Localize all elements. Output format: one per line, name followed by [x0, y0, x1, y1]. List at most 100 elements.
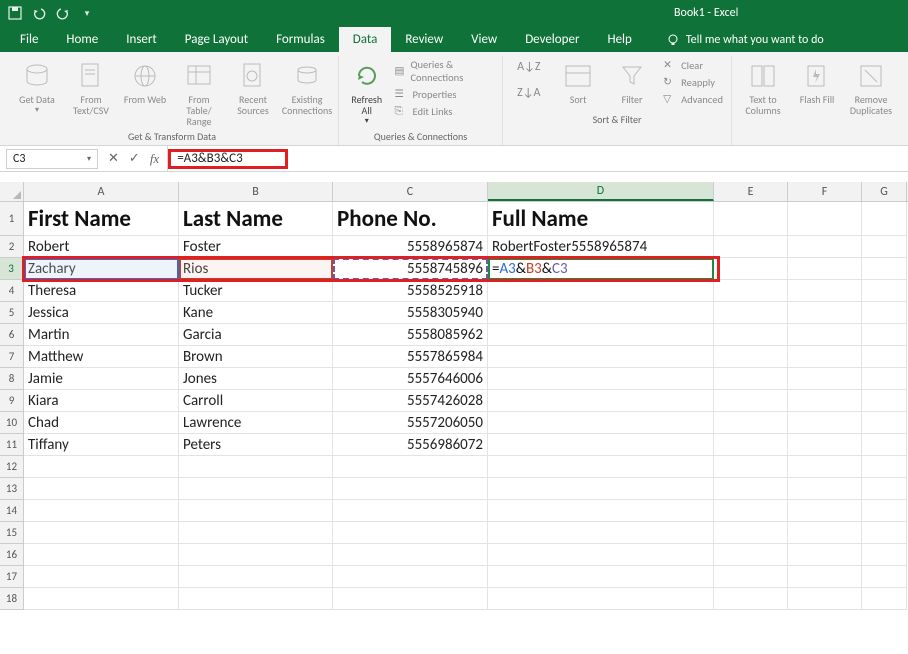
- tab-formulas[interactable]: Formulas: [262, 27, 339, 52]
- reapply-item[interactable]: ↻Reapply: [663, 75, 723, 89]
- from-web-label: From Web: [124, 94, 166, 105]
- sort-az-button[interactable]: A↓Z: [511, 60, 547, 84]
- col-header-e[interactable]: E: [714, 182, 788, 201]
- row-header-7[interactable]: 7: [0, 346, 24, 368]
- table-row: 12: [0, 456, 908, 478]
- formula-input[interactable]: =A3&B3&C3: [168, 149, 288, 169]
- text-columns-icon: [747, 60, 779, 92]
- cell-b2[interactable]: Foster: [179, 236, 333, 258]
- cell-a3[interactable]: Zachary: [24, 258, 179, 280]
- sort-za-button[interactable]: Z↓A: [511, 86, 547, 110]
- recent-icon: [237, 60, 269, 92]
- table-row: 16: [0, 544, 908, 566]
- col-header-a[interactable]: A: [24, 182, 179, 201]
- row-header-6[interactable]: 6: [0, 324, 24, 346]
- edit-links-item[interactable]: ⎘Edit Links: [395, 104, 495, 118]
- table-row: 15: [0, 522, 908, 544]
- tab-page-layout[interactable]: Page Layout: [171, 27, 262, 52]
- save-icon[interactable]: [8, 6, 22, 20]
- select-all-corner[interactable]: [0, 182, 24, 201]
- text-to-columns-button[interactable]: Text to Columns: [740, 56, 786, 116]
- tab-help[interactable]: Help: [593, 27, 645, 52]
- text-columns-label: Text to Columns: [740, 94, 786, 116]
- row-header-1[interactable]: 1: [0, 202, 24, 236]
- table-row: 5JessicaKane5558305940: [0, 302, 908, 324]
- recent-sources-button[interactable]: Recent Sources: [230, 56, 276, 127]
- from-table-label: From Table/ Range: [176, 94, 222, 127]
- window-title: Book1 - Excel: [674, 6, 738, 20]
- row-header-3[interactable]: 3: [0, 258, 24, 280]
- sort-icon: [562, 60, 594, 92]
- cell-d2[interactable]: RobertFoster5558965874: [488, 236, 714, 258]
- cell-g1[interactable]: [862, 202, 907, 236]
- col-header-g[interactable]: G: [862, 182, 907, 201]
- cell-b1[interactable]: Last Name: [179, 202, 333, 236]
- get-data-button[interactable]: Get Data▾: [14, 56, 60, 127]
- enter-icon[interactable]: ✓: [129, 151, 140, 166]
- row-header-10[interactable]: 10: [0, 412, 24, 434]
- cell-d1[interactable]: Full Name: [488, 202, 714, 236]
- filter-label: Filter: [622, 94, 643, 105]
- sort-button[interactable]: Sort: [555, 56, 601, 110]
- remove-duplicates-button[interactable]: Remove Duplicates: [848, 56, 894, 116]
- row-header-8[interactable]: 8: [0, 368, 24, 390]
- queries-connections-item[interactable]: ▤Queries & Connections: [395, 58, 495, 84]
- worksheet-grid[interactable]: 1 First Name Last Name Phone No. Full Na…: [0, 202, 908, 610]
- remove-duplicates-icon: [855, 60, 887, 92]
- file-text-icon: [75, 60, 107, 92]
- tab-insert[interactable]: Insert: [112, 27, 171, 52]
- lightbulb-icon: [666, 33, 680, 47]
- row-header-5[interactable]: 5: [0, 302, 24, 324]
- cell-d3[interactable]: =A3&B3&C3: [488, 258, 714, 280]
- row-header-9[interactable]: 9: [0, 390, 24, 412]
- tab-view[interactable]: View: [457, 27, 511, 52]
- row-header-11[interactable]: 11: [0, 434, 24, 456]
- flash-fill-button[interactable]: Flash Fill: [794, 56, 840, 116]
- fx-icon[interactable]: fx: [150, 151, 159, 167]
- cell-e1[interactable]: [714, 202, 788, 236]
- tab-review[interactable]: Review: [391, 27, 457, 52]
- cell-c3[interactable]: 5558745896: [333, 258, 488, 280]
- undo-icon[interactable]: [32, 6, 46, 20]
- tab-data[interactable]: Data: [339, 27, 392, 52]
- tab-home[interactable]: Home: [52, 27, 112, 52]
- from-web-button[interactable]: From Web: [122, 56, 168, 127]
- qat-customize-icon[interactable]: ▾: [80, 6, 94, 20]
- refresh-all-button[interactable]: Refresh All▾: [347, 56, 387, 127]
- row-header-2[interactable]: 2: [0, 236, 24, 258]
- cell-f1[interactable]: [788, 202, 862, 236]
- existing-label: Existing Connections: [282, 94, 332, 116]
- filter-button[interactable]: Filter: [609, 56, 655, 110]
- table-row: 10ChadLawrence5557206050: [0, 412, 908, 434]
- name-box-dropdown-icon[interactable]: ▾: [87, 154, 91, 164]
- cell-c1[interactable]: Phone No.: [333, 202, 488, 236]
- name-box[interactable]: C3 ▾: [6, 149, 98, 169]
- tell-me-search[interactable]: Tell me what you want to do: [658, 28, 832, 52]
- col-header-f[interactable]: F: [788, 182, 862, 201]
- col-header-d[interactable]: D: [488, 182, 714, 201]
- cancel-icon[interactable]: ✕: [108, 151, 119, 166]
- row-header-4[interactable]: 4: [0, 280, 24, 302]
- from-table-range-button[interactable]: From Table/ Range: [176, 56, 222, 127]
- cell-b3[interactable]: Rios: [179, 258, 333, 280]
- tab-file[interactable]: File: [6, 27, 52, 52]
- redo-icon[interactable]: [56, 6, 70, 20]
- cell-a2[interactable]: Robert: [24, 236, 179, 258]
- tab-developer[interactable]: Developer: [511, 27, 593, 52]
- remove-dup-label: Remove Duplicates: [848, 94, 894, 116]
- table-row: 9KiaraCarroll5557426028: [0, 390, 908, 412]
- from-text-csv-button[interactable]: From Text/CSV: [68, 56, 114, 127]
- advanced-item[interactable]: ▽Advanced: [663, 92, 723, 106]
- ribbon: Get Data▾ From Text/CSV From Web From Ta…: [0, 52, 908, 146]
- reapply-icon: ↻: [663, 75, 677, 89]
- properties-item[interactable]: ☰Properties: [395, 87, 495, 101]
- col-header-b[interactable]: B: [179, 182, 333, 201]
- cell-a1[interactable]: First Name: [24, 202, 179, 236]
- filter-mini-list: ✕Clear ↻Reapply ▽Advanced: [663, 56, 723, 110]
- recent-label: Recent Sources: [230, 94, 276, 116]
- clear-filter-item[interactable]: ✕Clear: [663, 58, 723, 72]
- flash-fill-label: Flash Fill: [800, 94, 835, 105]
- existing-connections-button[interactable]: Existing Connections: [284, 56, 330, 127]
- cell-c2[interactable]: 5558965874: [333, 236, 488, 258]
- col-header-c[interactable]: C: [333, 182, 488, 201]
